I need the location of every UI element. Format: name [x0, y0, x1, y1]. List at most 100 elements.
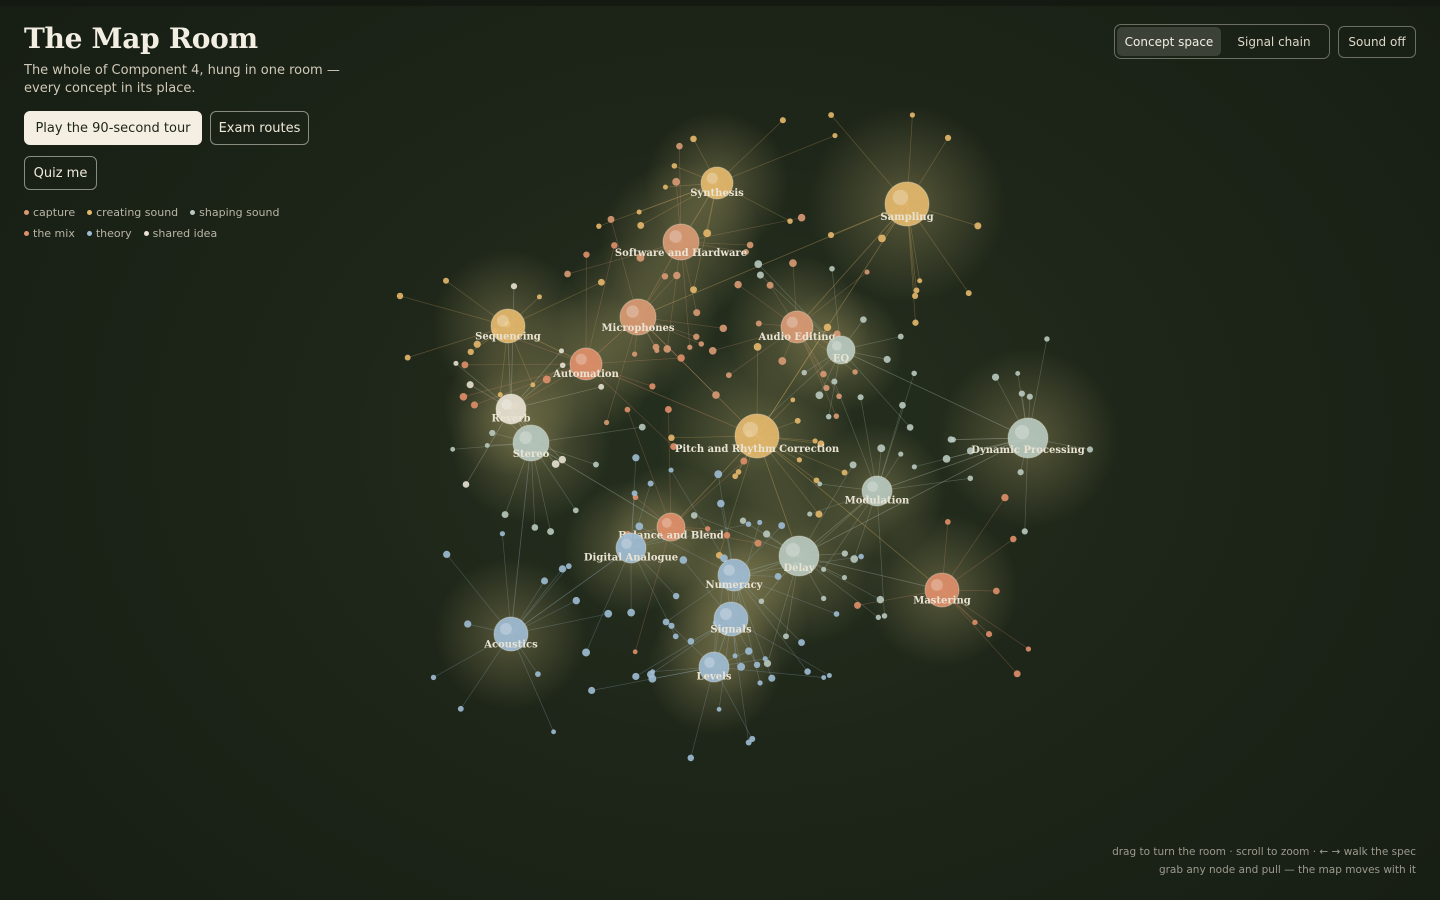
leaf-node[interactable]: [753, 661, 761, 669]
leaf-node[interactable]: [779, 117, 786, 124]
leaf-node[interactable]: [852, 369, 858, 375]
leaf-node[interactable]: [693, 333, 700, 340]
leaf-node[interactable]: [547, 528, 555, 536]
leaf-node[interactable]: [443, 277, 450, 284]
leaf-node[interactable]: [603, 419, 610, 426]
leaf-node[interactable]: [717, 499, 725, 508]
leaf-node[interactable]: [719, 324, 728, 333]
leaf-node[interactable]: [716, 706, 722, 712]
leaf-node[interactable]: [559, 362, 566, 369]
leaf-node[interactable]: [815, 510, 823, 518]
leaf-node[interactable]: [817, 481, 823, 487]
leaf-node[interactable]: [638, 423, 646, 431]
leaf-node[interactable]: [457, 705, 464, 712]
leaf-node[interactable]: [466, 381, 474, 389]
leaf-node[interactable]: [820, 370, 827, 378]
leaf-node[interactable]: [551, 729, 557, 735]
leaf-node[interactable]: [854, 601, 861, 609]
leaf-node[interactable]: [583, 251, 590, 258]
leaf-node[interactable]: [635, 522, 644, 531]
leaf-node[interactable]: [737, 662, 746, 671]
leaf-node[interactable]: [690, 512, 698, 519]
leaf-node[interactable]: [823, 323, 832, 332]
leaf-node[interactable]: [794, 417, 801, 424]
leaf-node[interactable]: [712, 391, 720, 399]
leaf-node[interactable]: [604, 609, 613, 618]
leaf-node[interactable]: [755, 320, 762, 327]
leaf-node[interactable]: [787, 218, 793, 224]
leaf-node[interactable]: [443, 550, 451, 559]
leaf-node[interactable]: [864, 269, 870, 275]
leaf-node[interactable]: [766, 281, 774, 289]
leaf-node[interactable]: [607, 215, 615, 223]
leaf-node[interactable]: [1017, 469, 1024, 476]
leaf-node[interactable]: [967, 475, 974, 482]
leaf-node[interactable]: [542, 375, 551, 384]
leaf-node[interactable]: [1001, 493, 1009, 502]
leaf-node[interactable]: [881, 613, 888, 619]
leaf-node[interactable]: [912, 292, 919, 299]
leaf-node[interactable]: [831, 378, 838, 385]
leaf-node[interactable]: [947, 436, 955, 443]
leaf-node[interactable]: [965, 290, 972, 297]
leaf-node[interactable]: [564, 270, 571, 278]
leaf-node[interactable]: [558, 348, 565, 354]
leaf-node[interactable]: [690, 286, 698, 294]
leaf-node[interactable]: [756, 271, 764, 279]
leaf-node[interactable]: [632, 672, 640, 681]
leaf-node[interactable]: [652, 343, 660, 351]
leaf-node[interactable]: [470, 401, 479, 409]
leaf-node[interactable]: [687, 638, 695, 645]
leaf-node[interactable]: [672, 633, 679, 640]
leaf-node[interactable]: [778, 357, 787, 365]
leaf-node[interactable]: [1013, 670, 1021, 678]
leaf-node[interactable]: [1025, 646, 1032, 652]
leaf-node[interactable]: [833, 611, 840, 617]
leaf-node[interactable]: [1044, 336, 1050, 342]
leaf-node[interactable]: [687, 754, 695, 762]
leaf-node[interactable]: [821, 566, 827, 573]
leaf-node[interactable]: [804, 668, 811, 675]
leaf-node[interactable]: [906, 424, 914, 431]
leaf-node[interactable]: [841, 575, 848, 581]
leaf-node[interactable]: [746, 241, 754, 249]
leaf-node[interactable]: [631, 490, 638, 497]
leaf-node[interactable]: [530, 382, 536, 388]
leaf-node[interactable]: [551, 460, 560, 468]
leaf-node[interactable]: [875, 614, 882, 621]
leaf-node[interactable]: [679, 556, 688, 564]
leaf-node[interactable]: [942, 455, 951, 463]
leaf-node[interactable]: [815, 391, 824, 400]
leaf-node[interactable]: [558, 565, 567, 573]
leaf-node[interactable]: [825, 413, 832, 420]
leaf-node[interactable]: [754, 260, 763, 269]
leaf-node[interactable]: [453, 360, 459, 366]
leaf-node[interactable]: [762, 530, 771, 538]
leaf-node[interactable]: [598, 383, 605, 390]
leaf-node[interactable]: [857, 394, 864, 401]
leaf-node[interactable]: [664, 406, 672, 413]
leaf-node[interactable]: [812, 438, 818, 444]
leaf-node[interactable]: [631, 351, 638, 357]
leaf-node[interactable]: [734, 280, 742, 289]
leaf-node[interactable]: [789, 259, 797, 267]
leaf-node[interactable]: [898, 451, 904, 457]
leaf-node[interactable]: [627, 608, 636, 617]
leaf-node[interactable]: [662, 184, 668, 190]
leaf-node[interactable]: [572, 507, 579, 514]
leaf-node[interactable]: [597, 278, 605, 286]
leaf-node[interactable]: [648, 674, 657, 683]
leaf-node[interactable]: [536, 294, 542, 300]
exam-routes-button[interactable]: Exam routes: [210, 111, 309, 145]
leaf-node[interactable]: [841, 550, 848, 557]
leaf-node[interactable]: [917, 278, 923, 284]
leaf-node[interactable]: [778, 522, 786, 529]
leaf-node[interactable]: [461, 361, 469, 369]
leaf-node[interactable]: [757, 680, 763, 686]
leaf-node[interactable]: [826, 672, 832, 679]
leaf-node[interactable]: [754, 539, 762, 547]
leaf-node[interactable]: [596, 223, 602, 229]
leaf-node[interactable]: [878, 234, 886, 243]
leaf-node[interactable]: [535, 671, 541, 678]
leaf-node[interactable]: [820, 595, 827, 602]
